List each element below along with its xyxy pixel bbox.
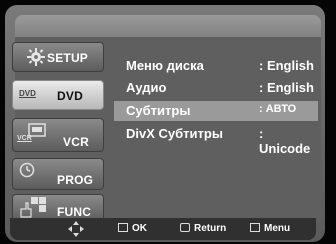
menu-row-audio[interactable]: Аудио : English [116,78,316,98]
menu-row-label: DivX Субтитры [126,126,223,141]
bottom-hint-bar: OK Return Menu [10,218,316,240]
enter-icon [118,223,128,232]
menu-row-label: Субтитры [126,103,191,118]
tv-frame: SETUP DVD DVD VCR VCR PROG FUNC Меню дис… [0,0,336,244]
menu-row-value: : English [259,58,314,73]
menu-row-label: Аудио [126,80,167,95]
sidebar-item-label: VCR [63,135,89,149]
gear-icon [27,48,45,71]
top-bar [15,15,321,37]
return-arrow-icon [180,223,190,232]
sidebar: SETUP DVD DVD VCR VCR PROG FUNC [12,42,104,222]
sidebar-item-label: PROG [57,173,94,187]
sidebar-item-setup[interactable]: SETUP [12,42,104,72]
menu-row-value: : English [259,80,314,95]
timer-clock-icon [19,162,35,183]
ok-label: OK [132,223,147,234]
sidebar-item-prog[interactable]: PROG [12,158,104,190]
menu-hint: Menu [250,223,290,234]
vcr-icon-text: VCR [17,135,32,142]
menu-row-divx-subtitles[interactable]: DivX Субтитры : Unicode [116,124,316,156]
dvd-disc-icon: DVD [19,89,36,98]
return-hint: Return [180,223,226,234]
menu-row-label: Меню диска [126,58,204,73]
sidebar-item-label: DVD [57,89,83,103]
ok-hint: OK [118,223,147,234]
menu-icon [250,223,260,232]
sidebar-item-dvd[interactable]: DVD DVD [12,80,104,110]
dpad-arrows-icon [68,221,84,240]
menu-row-value: : АВТО [259,103,297,115]
menu-row-value: : Unicode [259,126,311,156]
menu-row-disc-menu[interactable]: Меню диска : English [116,56,316,76]
return-label: Return [194,223,227,234]
sidebar-item-label: SETUP [47,51,89,65]
sidebar-item-vcr[interactable]: VCR VCR [12,118,104,152]
sidebar-item-label: FUNC [57,205,92,219]
menu-row-subtitles[interactable]: Субтитры : АВТО [114,101,318,121]
menu-label: Menu [264,223,291,234]
